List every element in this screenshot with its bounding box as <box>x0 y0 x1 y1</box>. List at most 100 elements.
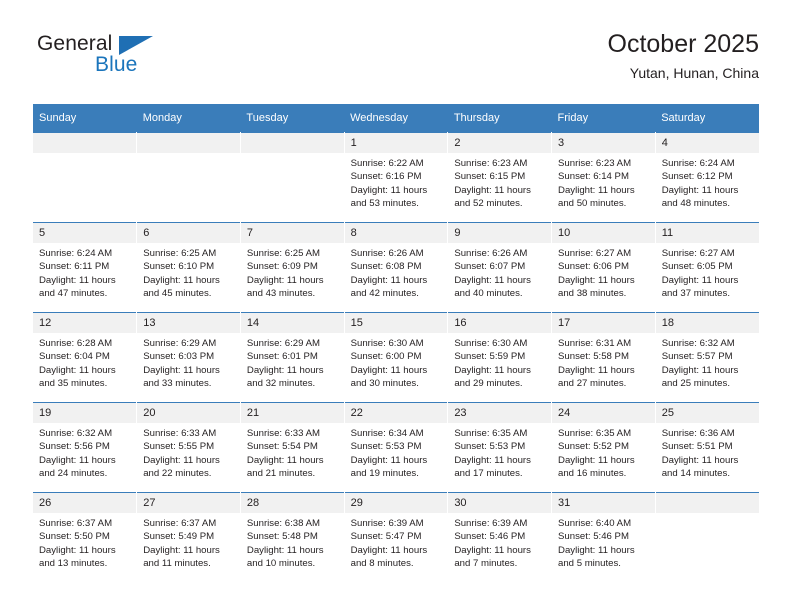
calendar-day-cell[interactable]: 13 Sunrise: 6:29 AM Sunset: 6:03 PM Dayligh… <box>136 312 241 403</box>
calendar-day-cell[interactable]: 17 Sunrise: 6:31 AM Sunset: 5:58 PM Dayligh… <box>551 312 656 403</box>
sunset-text: Sunset: 6:05 PM <box>661 261 733 273</box>
sun-info: Sunrise: 6:24 AM Sunset: 6:11 PM Daylight:… <box>33 243 136 300</box>
calendar-day-cell[interactable]: 15 Sunrise: 6:30 AM Sunset: 6:00 PM Dayligh… <box>344 312 449 403</box>
day-number: 12 <box>33 313 137 333</box>
calendar-day-cell[interactable]: 9 Sunrise: 6:26 AM Sunset: 6:07 PM Daylight… <box>447 222 553 313</box>
day-number: 7 <box>240 223 344 243</box>
daylight-text-line1: Daylight: 11 hours <box>350 454 428 466</box>
sun-info: Sunrise: 6:30 AM Sunset: 5:59 PM Daylight:… <box>448 333 551 390</box>
calendar-day-cell[interactable]: 14 Sunrise: 6:29 AM Sunset: 6:01 PM Dayligh… <box>240 312 345 403</box>
sun-info: Sunrise: 6:35 AM Sunset: 5:52 PM Daylight:… <box>552 423 655 480</box>
day-cell-content <box>33 133 137 222</box>
calendar-day-cell[interactable]: 18 Sunrise: 6:32 AM Sunset: 5:57 PM Dayligh… <box>655 312 759 403</box>
calendar-day-cell[interactable]: 1 Sunrise: 6:22 AM Sunset: 6:16 PM Daylight… <box>344 132 449 223</box>
calendar-header-row: Sunday Monday Tuesday Wednesday Thursday… <box>33 104 759 133</box>
calendar-day-cell[interactable]: 24 Sunrise: 6:35 AM Sunset: 5:52 PM Dayligh… <box>551 402 656 493</box>
daylight-text-line2: and 19 minutes. <box>350 467 419 479</box>
daylight-text-line1: Daylight: 11 hours <box>143 454 220 466</box>
calendar-day-cell[interactable]: 11 Sunrise: 6:27 AM Sunset: 6:05 PM Dayligh… <box>655 222 759 313</box>
calendar-day-cell[interactable]: 2 Sunrise: 6:23 AM Sunset: 6:15 PM Daylight… <box>447 132 553 223</box>
day-number <box>240 133 344 153</box>
calendar-day-cell[interactable]: 19 Sunrise: 6:32 AM Sunset: 5:56 PM Dayligh… <box>33 402 138 493</box>
general-blue-logo[interactable]: General Blue <box>33 32 263 92</box>
sunset-text: Sunset: 6:12 PM <box>661 171 733 183</box>
calendar-day-cell[interactable]: 20 Sunrise: 6:33 AM Sunset: 5:55 PM Dayligh… <box>136 402 241 493</box>
calendar-day-cell[interactable]: 27 Sunrise: 6:37 AM Sunset: 5:49 PM Dayligh… <box>136 492 241 582</box>
calendar-day-cell[interactable]: 21 Sunrise: 6:33 AM Sunset: 5:54 PM Dayligh… <box>240 402 345 493</box>
calendar-week-row: 5 Sunrise: 6:24 AM Sunset: 6:11 PM Daylight… <box>33 222 759 313</box>
calendar-cell-empty <box>655 492 759 582</box>
day-number: 6 <box>137 223 240 243</box>
day-number: 28 <box>240 493 344 513</box>
calendar-day-cell[interactable]: 7 Sunrise: 6:25 AM Sunset: 6:09 PM Daylight… <box>240 222 345 313</box>
day-number: 13 <box>137 313 240 333</box>
sunset-text: Sunset: 5:50 PM <box>39 531 110 543</box>
day-number: 15 <box>344 313 448 333</box>
daylight-text-line2: and 25 minutes. <box>661 377 730 389</box>
sunrise-text: Sunrise: 6:37 AM <box>39 518 113 529</box>
daylight-text-line2: and 8 minutes. <box>350 557 414 569</box>
weekday-header-sunday: Sunday <box>33 104 137 133</box>
daylight-text-line2: and 21 minutes. <box>246 467 316 479</box>
calendar-day-cell[interactable]: 4 Sunrise: 6:24 AM Sunset: 6:12 PM Daylight… <box>655 132 759 223</box>
calendar-day-cell[interactable]: 6 Sunrise: 6:25 AM Sunset: 6:10 PM Daylight… <box>136 222 241 313</box>
weekday-header-saturday: Saturday <box>655 104 759 133</box>
sunset-text: Sunset: 6:04 PM <box>39 351 110 363</box>
day-number: 26 <box>33 493 137 513</box>
daylight-text-line1: Daylight: 11 hours <box>246 544 324 556</box>
calendar-day-cell[interactable]: 12 Sunrise: 6:28 AM Sunset: 6:04 PM Dayligh… <box>33 312 138 403</box>
sun-info: Sunrise: 6:23 AM Sunset: 6:15 PM Daylight:… <box>448 153 551 210</box>
calendar-day-cell[interactable]: 22 Sunrise: 6:34 AM Sunset: 5:53 PM Dayligh… <box>344 402 449 493</box>
calendar-day-cell[interactable]: 5 Sunrise: 6:24 AM Sunset: 6:11 PM Daylight… <box>33 222 138 313</box>
day-number <box>655 493 759 513</box>
sunset-text: Sunset: 6:15 PM <box>454 171 526 183</box>
sunrise-text: Sunrise: 6:32 AM <box>39 428 113 439</box>
daylight-text-line1: Daylight: 11 hours <box>246 364 324 376</box>
daylight-text-line1: Daylight: 11 hours <box>454 454 531 466</box>
daylight-text-line2: and 52 minutes. <box>454 197 523 209</box>
daylight-text-line2: and 33 minutes. <box>143 377 212 389</box>
daylight-text-line2: and 35 minutes. <box>39 377 108 389</box>
daylight-text-line1: Daylight: 11 hours <box>39 544 116 556</box>
sunrise-text: Sunrise: 6:30 AM <box>454 338 528 349</box>
daylight-text-line1: Daylight: 11 hours <box>454 274 531 286</box>
day-number: 23 <box>448 403 552 423</box>
day-number: 10 <box>552 223 655 243</box>
calendar-week-row: 26 Sunrise: 6:37 AM Sunset: 5:50 PM Dayligh… <box>33 492 759 582</box>
calendar-day-cell[interactable]: 30 Sunrise: 6:39 AM Sunset: 5:46 PM Dayligh… <box>447 492 553 582</box>
day-cell-content <box>655 493 759 582</box>
sunset-text: Sunset: 5:47 PM <box>350 531 422 543</box>
day-number: 22 <box>344 403 448 423</box>
day-number: 9 <box>448 223 552 243</box>
sunrise-text: Sunrise: 6:33 AM <box>246 428 320 439</box>
weekday-header-wednesday: Wednesday <box>344 104 448 133</box>
sun-info: Sunrise: 6:32 AM Sunset: 5:56 PM Daylight:… <box>33 423 136 480</box>
sunset-text: Sunset: 5:54 PM <box>246 441 318 453</box>
calendar-day-cell[interactable]: 10 Sunrise: 6:27 AM Sunset: 6:06 PM Dayligh… <box>551 222 656 313</box>
day-cell-content: 17 Sunrise: 6:31 AM Sunset: 5:58 PM Dayligh… <box>552 313 655 402</box>
day-number: 24 <box>552 403 655 423</box>
day-number: 27 <box>137 493 240 513</box>
sunrise-text: Sunrise: 6:33 AM <box>143 428 217 439</box>
daylight-text-line1: Daylight: 11 hours <box>143 364 220 376</box>
daylight-text-line2: and 43 minutes. <box>246 287 316 299</box>
calendar-day-cell[interactable]: 8 Sunrise: 6:26 AM Sunset: 6:08 PM Daylight… <box>344 222 449 313</box>
daylight-text-line2: and 17 minutes. <box>454 467 523 479</box>
calendar-day-cell[interactable]: 25 Sunrise: 6:36 AM Sunset: 5:51 PM Dayligh… <box>655 402 759 493</box>
calendar-day-cell[interactable]: 31 Sunrise: 6:40 AM Sunset: 5:46 PM Dayligh… <box>551 492 656 582</box>
day-cell-content <box>137 133 240 222</box>
calendar-week-row: 12 Sunrise: 6:28 AM Sunset: 6:04 PM Dayligh… <box>33 312 759 403</box>
day-cell-content: 25 Sunrise: 6:36 AM Sunset: 5:51 PM Dayligh… <box>655 403 759 492</box>
day-cell-content: 4 Sunrise: 6:24 AM Sunset: 6:12 PM Daylight… <box>655 133 759 222</box>
calendar-day-cell[interactable]: 26 Sunrise: 6:37 AM Sunset: 5:50 PM Dayligh… <box>33 492 138 582</box>
page-subtitle: Yutan, Hunan, China <box>629 65 759 81</box>
daylight-text-line2: and 5 minutes. <box>558 557 621 569</box>
sun-info: Sunrise: 6:36 AM Sunset: 5:51 PM Daylight:… <box>656 423 759 480</box>
calendar-day-cell[interactable]: 29 Sunrise: 6:39 AM Sunset: 5:47 PM Dayligh… <box>344 492 449 582</box>
day-cell-content: 12 Sunrise: 6:28 AM Sunset: 6:04 PM Dayligh… <box>33 313 137 402</box>
calendar-day-cell[interactable]: 3 Sunrise: 6:23 AM Sunset: 6:14 PM Daylight… <box>551 132 656 223</box>
calendar-day-cell[interactable]: 28 Sunrise: 6:38 AM Sunset: 5:48 PM Dayligh… <box>240 492 345 582</box>
daylight-text-line2: and 32 minutes. <box>246 377 316 389</box>
calendar-day-cell[interactable]: 23 Sunrise: 6:35 AM Sunset: 5:53 PM Dayligh… <box>447 402 553 493</box>
calendar-day-cell[interactable]: 16 Sunrise: 6:30 AM Sunset: 5:59 PM Dayligh… <box>447 312 553 403</box>
